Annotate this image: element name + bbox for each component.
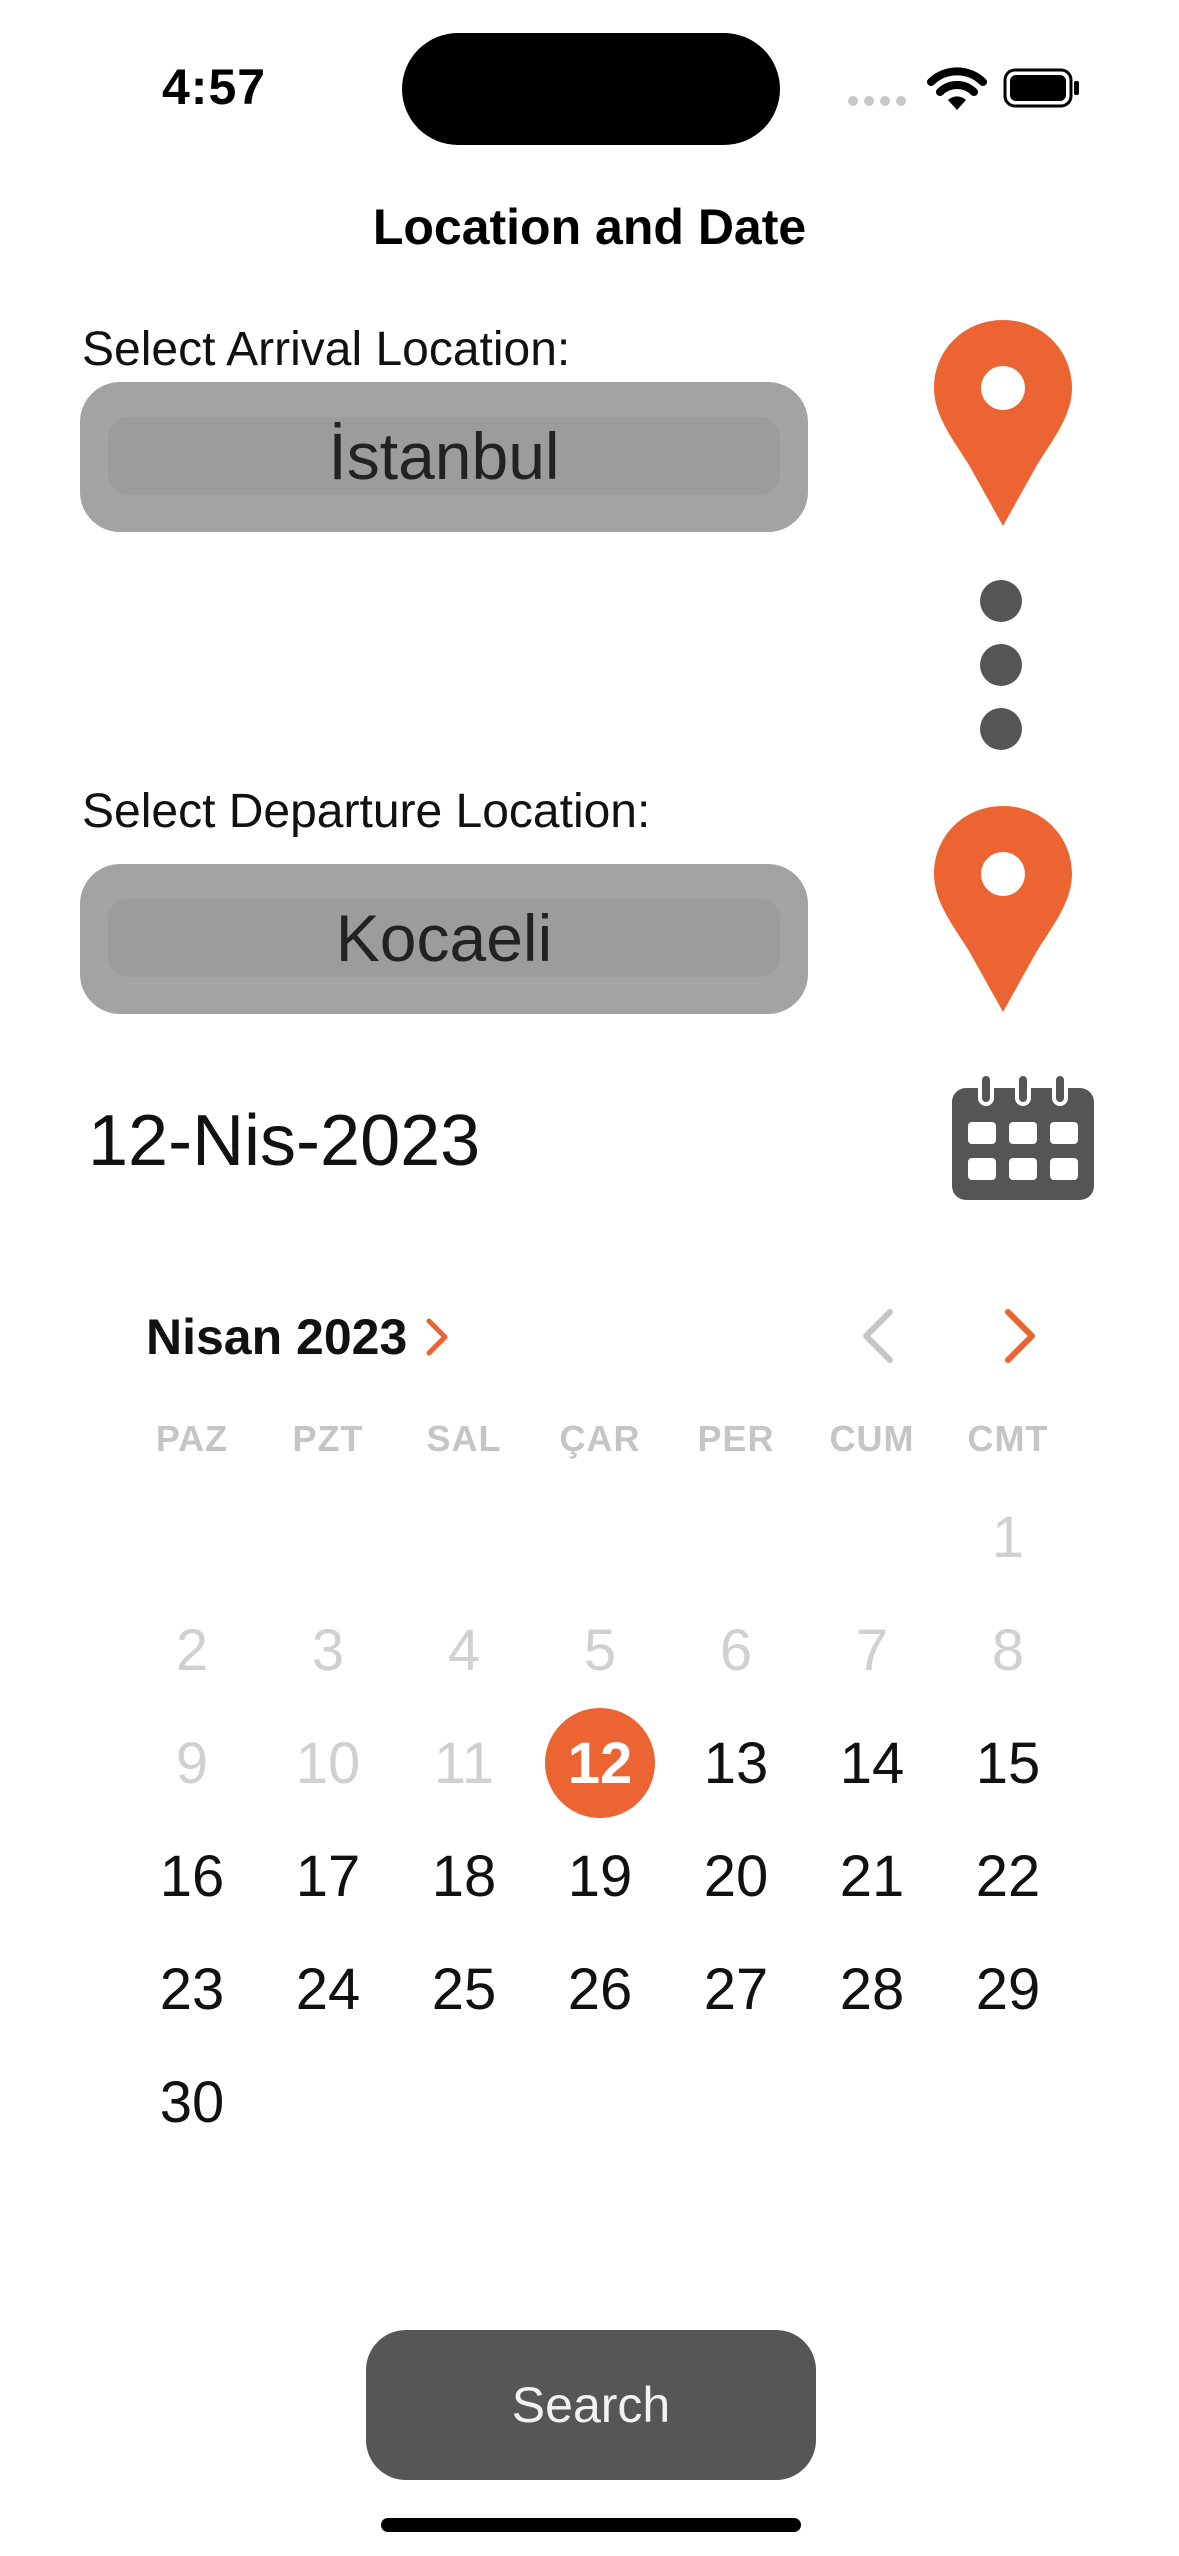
weekday-label: ÇAR [559, 1418, 641, 1459]
calendar-day[interactable]: 13 [669, 1708, 803, 1818]
arrival-location-value[interactable]: İstanbul [108, 417, 780, 495]
calendar-day[interactable]: 24 [261, 1934, 395, 2044]
weekday-label: CMT [967, 1418, 1049, 1459]
weekday-label: PAZ [155, 1418, 229, 1459]
route-dots-icon [980, 580, 1024, 772]
calendar-day[interactable]: 14 [805, 1708, 939, 1818]
chevron-right-icon [426, 1318, 448, 1356]
dynamic-island [402, 33, 780, 145]
calendar-day[interactable]: 23 [125, 1934, 259, 2044]
calendar-day: 9 [175, 1730, 209, 1796]
calendar-day: 8 [991, 1617, 1025, 1683]
calendar-day[interactable]: 19 [533, 1821, 667, 1931]
calendar-day: 1 [991, 1504, 1025, 1570]
home-indicator [381, 2518, 801, 2532]
month-year-label: Nisan 2023 [146, 1309, 408, 1365]
calendar-day: 4 [447, 1617, 481, 1683]
calendar-day[interactable]: 17 [261, 1821, 395, 1931]
calendar-day: 11 [433, 1730, 495, 1796]
previous-month-button[interactable] [858, 1306, 898, 1366]
calendar-day[interactable]: 22 [941, 1821, 1075, 1931]
wifi-icon [927, 67, 987, 110]
arrival-label: Select Arrival Location: [82, 323, 571, 376]
departure-label: Select Departure Location: [82, 785, 651, 838]
battery-icon [1003, 68, 1079, 108]
calendar-day: 7 [855, 1617, 889, 1683]
search-button[interactable]: Search [366, 2330, 816, 2480]
calendar-day[interactable]: 18 [397, 1821, 531, 1931]
calendar-day: 6 [719, 1617, 753, 1683]
next-month-button[interactable] [1000, 1306, 1040, 1366]
weekday-label: PZT [292, 1418, 364, 1459]
weekday-label: SAL [426, 1418, 502, 1459]
calendar-day[interactable]: 20 [669, 1821, 803, 1931]
calendar-day[interactable]: 16 [125, 1821, 259, 1931]
cellular-signal-icon [848, 96, 910, 108]
departure-location-picker[interactable]: Kocaeli [80, 864, 808, 1014]
weekday-label: CUM [829, 1418, 915, 1459]
calendar-day: 2 [175, 1617, 209, 1683]
calendar-day[interactable]: 26 [533, 1934, 667, 2044]
calendar-day[interactable]: 25 [397, 1934, 531, 2044]
calendar-icon[interactable] [950, 1074, 1096, 1202]
calendar-day: 5 [583, 1617, 617, 1683]
arrival-location-picker[interactable]: İstanbul [80, 382, 808, 532]
location-pin-icon [934, 320, 1072, 526]
calendar-day[interactable]: 30 [125, 2047, 259, 2157]
location-pin-icon [934, 806, 1072, 1012]
departure-location-value[interactable]: Kocaeli [108, 899, 780, 977]
selected-date-text: 12-Nis-2023 [88, 1101, 481, 1181]
calendar-day: 3 [311, 1617, 345, 1683]
status-time: 4:57 [162, 59, 267, 115]
weekday-label: PER [697, 1418, 775, 1459]
calendar-day[interactable]: 28 [805, 1934, 939, 2044]
calendar-day[interactable]: 29 [941, 1934, 1075, 2044]
month-year-selector[interactable]: Nisan 2023 [146, 1308, 449, 1366]
calendar-day[interactable]: 21 [805, 1821, 939, 1931]
calendar-day[interactable]: 15 [941, 1708, 1075, 1818]
calendar-day[interactable]: 27 [669, 1934, 803, 2044]
calendar-day: 10 [295, 1730, 361, 1796]
calendar-day-selected[interactable]: 12 [533, 1708, 667, 1818]
page-title: Location and Date [372, 199, 807, 255]
